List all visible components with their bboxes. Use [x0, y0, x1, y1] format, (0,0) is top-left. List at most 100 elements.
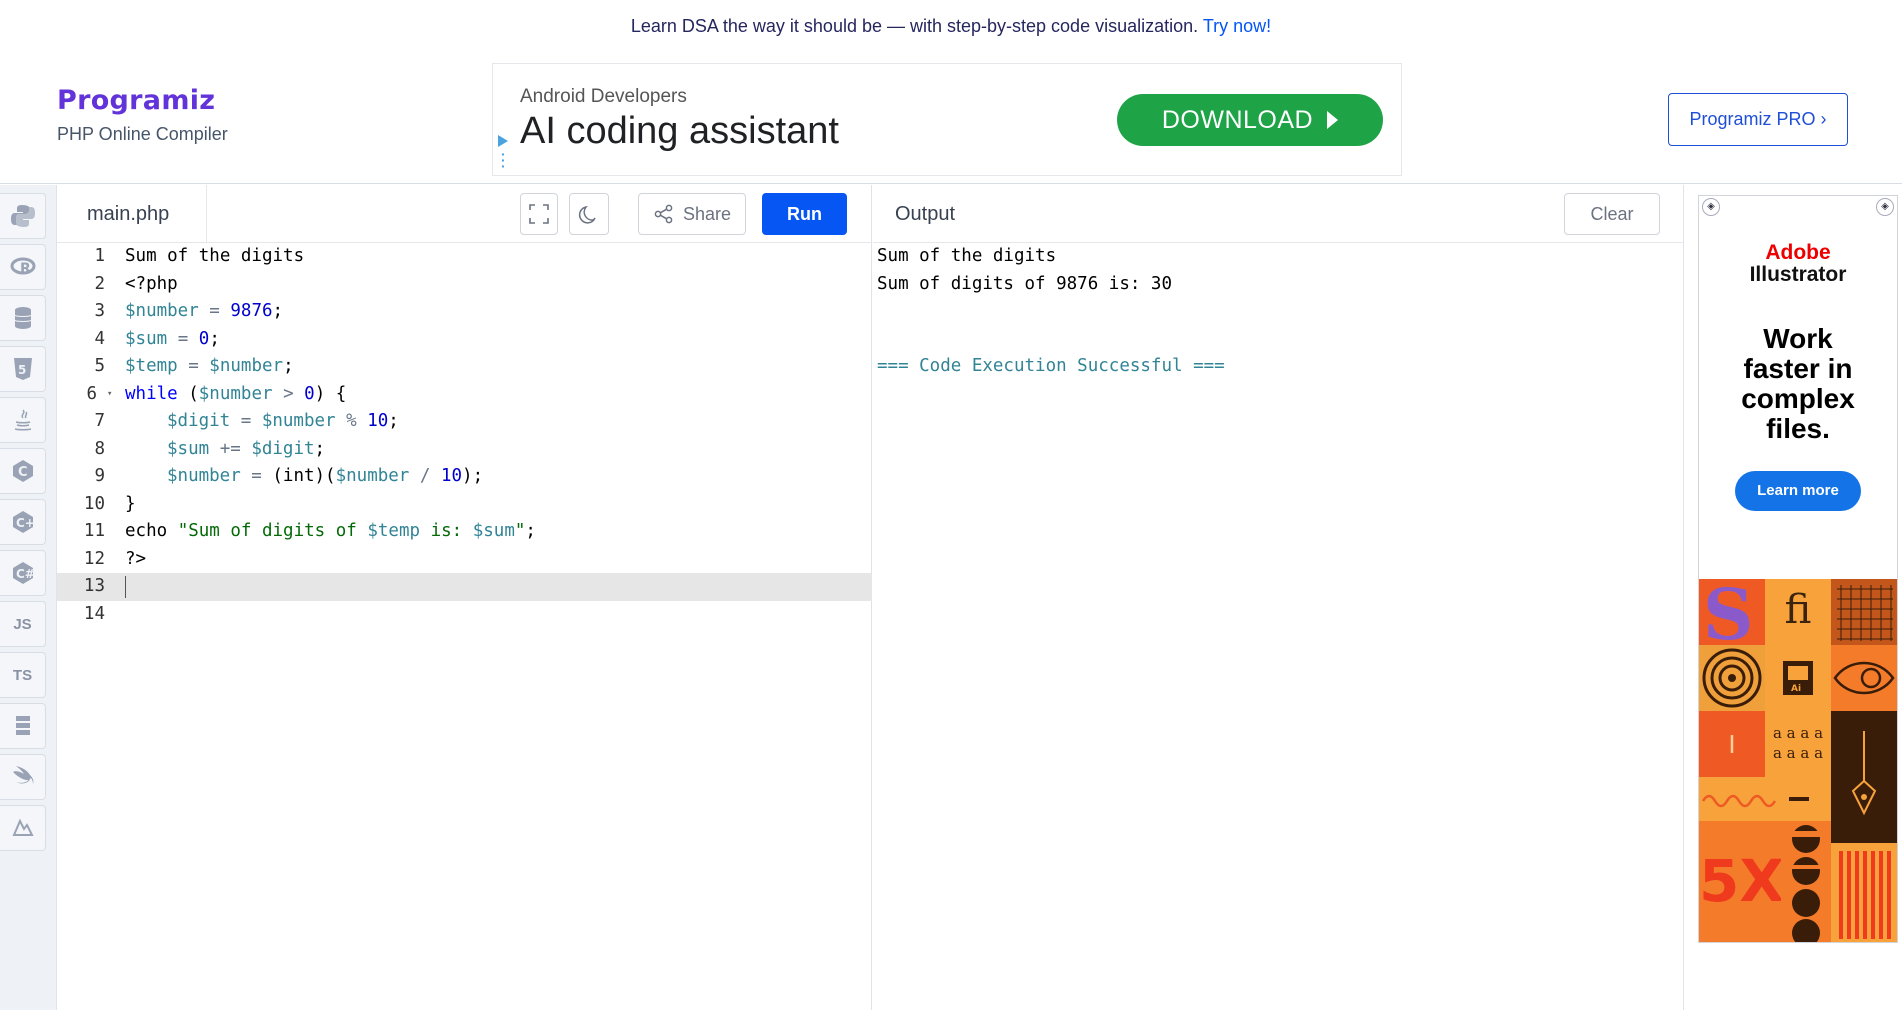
output-header: Output Clear	[873, 185, 1684, 243]
code-line-active: 13	[57, 573, 872, 601]
line-number: 8	[94, 438, 105, 459]
line-number: 12	[83, 548, 105, 569]
logo-wordmark: Programiz	[57, 85, 216, 116]
c-icon[interactable]: C	[0, 448, 46, 494]
programiz-logo[interactable]: Programiz PHP Online Compiler	[57, 85, 228, 145]
r-icon[interactable]: R	[0, 244, 46, 290]
tile-pen	[1831, 711, 1897, 843]
announcement-bar: Learn DSA the way it should be — with st…	[0, 0, 1902, 52]
code-text: $number = 9876;	[125, 301, 284, 321]
svg-text:C: C	[18, 465, 28, 480]
line-number: 1	[94, 246, 105, 266]
ad-download-label: DOWNLOAD	[1161, 106, 1314, 134]
file-tab-main-php[interactable]: main.php	[57, 185, 207, 243]
ts-label: TS	[12, 666, 33, 684]
java-icon[interactable]	[0, 397, 46, 443]
ad-close-icon[interactable]: ◈	[1876, 198, 1894, 216]
tile-fi: fi	[1765, 579, 1831, 645]
code-line: 2 <?php	[57, 271, 872, 299]
output-console[interactable]: Sum of the digits Sum of digits of 9876 i…	[877, 243, 1225, 381]
line-number: 3	[94, 301, 105, 321]
code-text: <?php	[125, 273, 178, 294]
code-line: 1 Sum of the digits	[57, 243, 872, 271]
ad-shield-icon: ◈	[1702, 198, 1720, 216]
code-line: 10}	[57, 491, 872, 519]
language-sidebar: R 5 C C+ C# JS TS	[0, 185, 57, 1010]
learn-more-button[interactable]: Learn more	[1735, 471, 1861, 511]
code-text: Sum of the digits	[125, 246, 305, 266]
svg-text:C#: C#	[16, 567, 35, 581]
line-number: 14	[83, 603, 105, 624]
ad-artwork: S fi Ai I a a a aa a a a 5X	[1699, 573, 1897, 942]
ad-download-button[interactable]: DOWNLOAD	[1117, 94, 1383, 146]
code-text: ?>	[125, 548, 147, 569]
tile-s: S	[1699, 573, 1765, 656]
typescript-icon[interactable]: TS	[0, 652, 46, 698]
code-area[interactable]: 1 Sum of the digits 2 <?php 3 $number = 987…	[57, 243, 872, 628]
text-cursor	[125, 576, 126, 598]
code-line: 5 $temp = $number;	[57, 353, 872, 381]
side-ad[interactable]: ◈ ◈ Adobe Illustrator Work faster in com…	[1698, 195, 1898, 943]
try-now-link[interactable]: Try now!	[1203, 16, 1271, 36]
side-ad-headline: Work faster in complex files.	[1741, 323, 1855, 444]
share-icon	[654, 204, 673, 224]
execution-status: === Code Execution Successful ===	[877, 356, 1225, 376]
ad-advertiser: Android Developers	[520, 86, 687, 107]
code-line: 9 $number = (int)($number / 10);	[57, 463, 872, 491]
code-text: $digit = $number % 10;	[167, 411, 399, 431]
ad-choices-icon[interactable]: · · ·	[495, 135, 511, 173]
code-line: 4 $sum = 0;	[57, 326, 872, 354]
code-text: while ($number > 0) {	[125, 383, 347, 404]
code-line: 3 $number = 9876;	[57, 298, 872, 326]
share-button[interactable]: Share	[638, 193, 746, 235]
fold-arrow-icon[interactable]: ▾	[107, 381, 112, 409]
output-panel: Output Clear Sum of the digits Sum of dig…	[873, 185, 1684, 1010]
tile-grid	[1831, 579, 1897, 645]
tile-5x: 5X	[1699, 821, 1784, 942]
output-line: Sum of digits of 9876 is: 30	[877, 273, 1173, 294]
programiz-pro-button[interactable]: Programiz PRO ›	[1668, 93, 1848, 146]
line-number: 9	[94, 466, 105, 486]
cpp-icon[interactable]: C+	[0, 499, 46, 545]
tile-wave	[1699, 777, 1831, 821]
tile-glyphs: a a a aa a a a	[1765, 711, 1831, 777]
svg-text:S: S	[1703, 579, 1754, 645]
svg-text:R: R	[20, 261, 31, 277]
code-text: $temp = $number;	[125, 356, 294, 376]
database-icon[interactable]	[0, 295, 46, 341]
stack-icon[interactable]	[0, 703, 46, 749]
swift-icon[interactable]	[0, 754, 46, 800]
adobe-illustrator-logo: Adobe Illustrator	[1749, 241, 1847, 286]
code-editor-panel: main.php Share Run 1 Sum of the digits 2 <…	[57, 185, 872, 1010]
moon-icon	[578, 205, 596, 224]
code-line: 14	[57, 601, 872, 629]
output-title: Output	[895, 203, 956, 225]
tile-cursor: I	[1699, 711, 1765, 777]
rust-icon[interactable]	[0, 805, 46, 851]
python-icon[interactable]	[0, 193, 46, 239]
tile-stripes	[1831, 843, 1897, 942]
code-text: $number = (int)($number / 10);	[167, 466, 484, 486]
line-number: 5	[94, 356, 105, 376]
js-label: JS	[13, 615, 32, 633]
line-number: 11	[83, 521, 105, 541]
fullscreen-button[interactable]	[520, 193, 558, 235]
header: Programiz PHP Online Compiler · · · Androi…	[0, 52, 1902, 184]
ad-headline: AI coding assistant	[520, 110, 839, 152]
csharp-icon[interactable]: C#	[0, 550, 46, 596]
clear-button[interactable]: Clear	[1564, 193, 1660, 235]
run-button[interactable]: Run	[762, 193, 847, 235]
expand-icon	[529, 204, 549, 224]
tile-circles	[1699, 645, 1765, 711]
output-line: Sum of the digits	[877, 246, 1057, 266]
line-number: 7	[94, 411, 105, 431]
code-text: echo "Sum of digits of $temp is: $sum";	[125, 521, 536, 541]
javascript-icon[interactable]: JS	[0, 601, 46, 647]
svg-text:5: 5	[18, 363, 26, 377]
ad-banner[interactable]: · · · Android Developers AI coding assista…	[492, 63, 1402, 176]
html5-icon[interactable]: 5	[0, 346, 46, 392]
svg-text:C+: C+	[16, 516, 35, 530]
dark-mode-button[interactable]	[569, 193, 609, 235]
tile-moons	[1781, 821, 1831, 942]
code-line: 6 ▾ while ($number > 0) {	[57, 381, 872, 409]
